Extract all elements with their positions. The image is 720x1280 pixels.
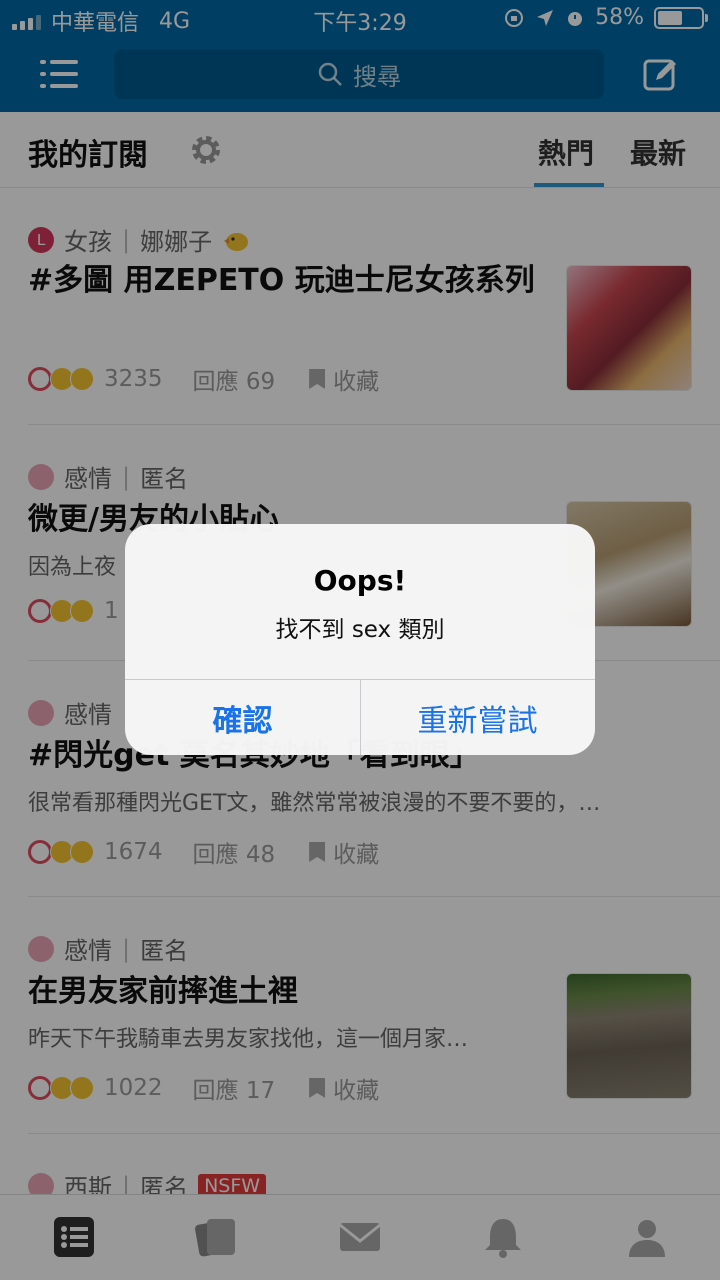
alert-message: 找不到 sex 類別 — [275, 617, 445, 643]
alert-dialog: Oops! 找不到 sex 類別 確認 重新嘗試 — [125, 524, 595, 755]
alert-title: Oops! — [313, 564, 407, 597]
retry-button[interactable]: 重新嘗試 — [360, 680, 595, 755]
confirm-button[interactable]: 確認 — [125, 680, 360, 755]
